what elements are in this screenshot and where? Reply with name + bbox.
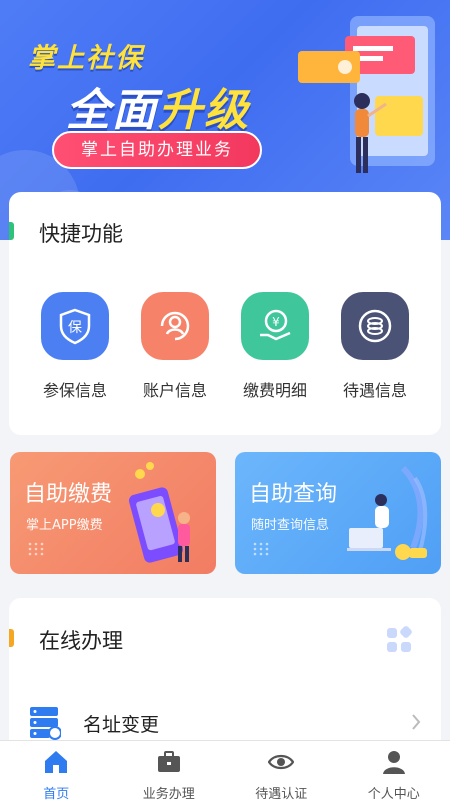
nav-item-home[interactable]: 首页 [0, 741, 113, 800]
quick-item-benefit-info[interactable]: 待遇信息 [325, 292, 425, 401]
nav-label: 待遇认证 [255, 787, 308, 800]
banner-title-line1: 掌上社保 [28, 43, 144, 74]
online-handling-card: 在线办理 名址变更 [9, 598, 441, 758]
section-accent-bar [9, 629, 14, 647]
person-icon [382, 751, 405, 774]
nav-item-benefit-auth[interactable]: 待遇认证 [225, 741, 338, 800]
quick-item-account-info[interactable]: 账户信息 [125, 292, 225, 401]
section-accent-bar [9, 222, 14, 240]
self-pay-subtitle: 掌上APP缴费 [26, 518, 103, 533]
yen-hand-icon: ¥ [241, 292, 309, 360]
coin-stack-icon [341, 292, 409, 360]
user-refresh-icon [141, 292, 209, 360]
banner-title-line2: 全面升级 [66, 74, 250, 138]
dots-decor-icon [253, 542, 269, 556]
banner-tagline: 掌上自助办理业务 [52, 131, 262, 169]
eye-icon [267, 754, 295, 770]
self-pay-card[interactable]: 自助缴费 掌上APP缴费 [10, 452, 216, 574]
section-title: 快捷功能 [39, 222, 123, 246]
svg-text:¥: ¥ [272, 315, 280, 329]
self-query-card[interactable]: 自助查询 随时查询信息 [235, 452, 441, 574]
nav-label: 首页 [43, 787, 70, 800]
list-item-address-change[interactable]: 名址变更 [23, 706, 433, 742]
quick-item-payment-detail[interactable]: ¥ 缴费明细 [225, 292, 325, 401]
dots-decor-icon [28, 542, 44, 556]
section-title: 在线办理 [39, 629, 123, 653]
quick-item-label: 账户信息 [142, 381, 207, 400]
quick-item-label: 待遇信息 [342, 381, 407, 400]
list-item-label: 名址变更 [83, 714, 160, 736]
banner-title-part-a: 全面 [66, 85, 158, 136]
laptop-query-illustration [347, 465, 428, 560]
self-pay-title: 自助缴费 [24, 482, 113, 507]
bottom-nav: 首页 业务办理 待遇认证 个人中心 [0, 740, 450, 800]
shield-bao-icon: 保 [41, 292, 109, 360]
quick-functions-card: 快捷功能 保 参保信息 账户信息 ¥ 缴费明细 待遇信息 [9, 192, 441, 435]
banner-title-part-b: 升级 [158, 85, 250, 136]
svg-text:保: 保 [68, 320, 82, 336]
nav-item-business[interactable]: 业务办理 [113, 741, 226, 800]
chevron-right-icon [412, 714, 421, 730]
quick-item-label: 缴费明细 [242, 381, 307, 400]
nav-label: 业务办理 [142, 787, 195, 800]
self-query-title: 自助查询 [249, 482, 338, 507]
grid-menu-icon[interactable] [385, 626, 413, 654]
quick-item-insurance-info[interactable]: 保 参保信息 [25, 292, 125, 401]
quick-item-label: 参保信息 [42, 381, 107, 400]
briefcase-icon [157, 751, 180, 772]
phone-illustration [298, 16, 435, 173]
nav-label: 个人中心 [367, 787, 420, 800]
phone-payment-illustration [128, 462, 190, 563]
self-query-subtitle: 随时查询信息 [251, 518, 330, 533]
home-icon [45, 751, 68, 773]
nav-item-profile[interactable]: 个人中心 [338, 741, 450, 800]
server-user-icon [30, 707, 61, 740]
